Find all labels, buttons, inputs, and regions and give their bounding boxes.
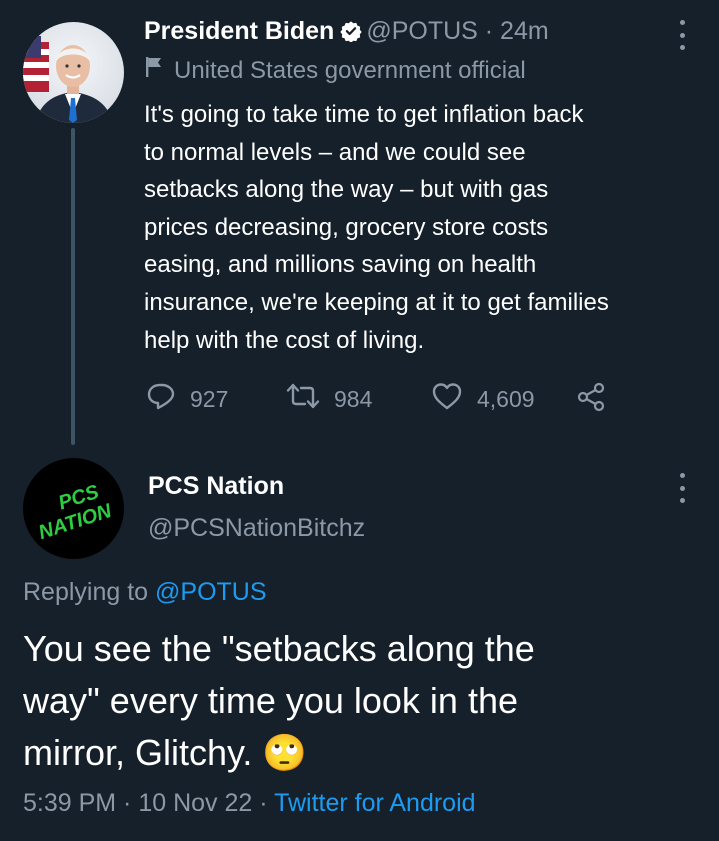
author-name[interactable]: President Biden: [144, 17, 334, 45]
tweet-line: It's going to take time to get inflation…: [144, 101, 584, 128]
reply-metadata: 5:39 PM · 10 Nov 22 · Twitter for Androi…: [23, 789, 476, 818]
government-label-text: United States government official: [174, 56, 526, 84]
author-handle: @POTUS: [366, 17, 478, 45]
reply-line-last: mirror, Glitchy. 🙄: [23, 727, 703, 780]
government-label: United States government official: [144, 56, 526, 85]
reply-date: 10 Nov 22: [138, 789, 253, 817]
separator-dot: ·: [116, 789, 139, 817]
reply-author-handle[interactable]: @PCSNationBitchz: [148, 514, 365, 543]
replying-to-prefix: Replying to: [23, 578, 149, 606]
reply-source-link[interactable]: Twitter for Android: [274, 789, 475, 817]
reply-line: way" every time you look in the: [23, 680, 518, 721]
tweet-line: insurance, we're keeping at it to get fa…: [144, 288, 609, 316]
like-button[interactable]: 4,609: [431, 381, 535, 417]
tweet-line: to normal levels – and we could see: [144, 138, 526, 166]
like-count: 4,609: [477, 385, 535, 412]
replying-to-link[interactable]: @POTUS: [155, 578, 267, 606]
pcs-nation-logo: PCS NATION: [36, 481, 115, 544]
separator-dot: ·: [252, 789, 275, 817]
reply-author-name[interactable]: PCS Nation: [148, 472, 284, 501]
tweet-line: prices decreasing, grocery store costs: [144, 213, 549, 241]
eye-roll-emoji: 🙄: [262, 733, 308, 774]
reply-count: 927: [190, 385, 229, 412]
thread-connector-line: [71, 128, 75, 445]
tweet-time[interactable]: 24m: [500, 17, 549, 45]
retweet-count: 984: [334, 385, 373, 412]
separator-dot: ·: [477, 17, 501, 45]
replying-to: Replying to @POTUS: [23, 578, 267, 607]
avatar-potus[interactable]: [23, 22, 124, 123]
share-icon[interactable]: [576, 382, 606, 417]
tweet-line: easing, and millions saving on health: [144, 251, 537, 279]
reply-line: mirror, Glitchy.: [23, 732, 253, 773]
tweet-line: setbacks along the way – but with gas: [144, 176, 549, 204]
tweet-header: President Biden @POTUS · 24m: [144, 17, 549, 46]
reply-button[interactable]: 927: [146, 381, 228, 417]
verified-badge-icon: [340, 20, 362, 43]
reply-line: You see the "setbacks along the: [23, 628, 535, 669]
tweet-line: help with the cost of living.: [144, 326, 425, 354]
tweet-body: It's going to take time to get inflation…: [144, 96, 704, 359]
biden-portrait-image: [23, 36, 113, 123]
reply-icon: [146, 381, 176, 417]
reply-body: You see the "setbacks along the way" eve…: [23, 623, 703, 780]
more-options-icon[interactable]: [676, 20, 688, 50]
reply-time: 5:39 PM: [23, 789, 117, 817]
reply-more-options-icon[interactable]: [676, 473, 688, 503]
retweet-button[interactable]: 984: [286, 381, 372, 417]
retweet-icon: [286, 381, 320, 417]
flag-icon: [144, 56, 164, 85]
like-icon: [431, 381, 463, 417]
avatar-pcs-nation[interactable]: PCS NATION: [23, 458, 124, 559]
